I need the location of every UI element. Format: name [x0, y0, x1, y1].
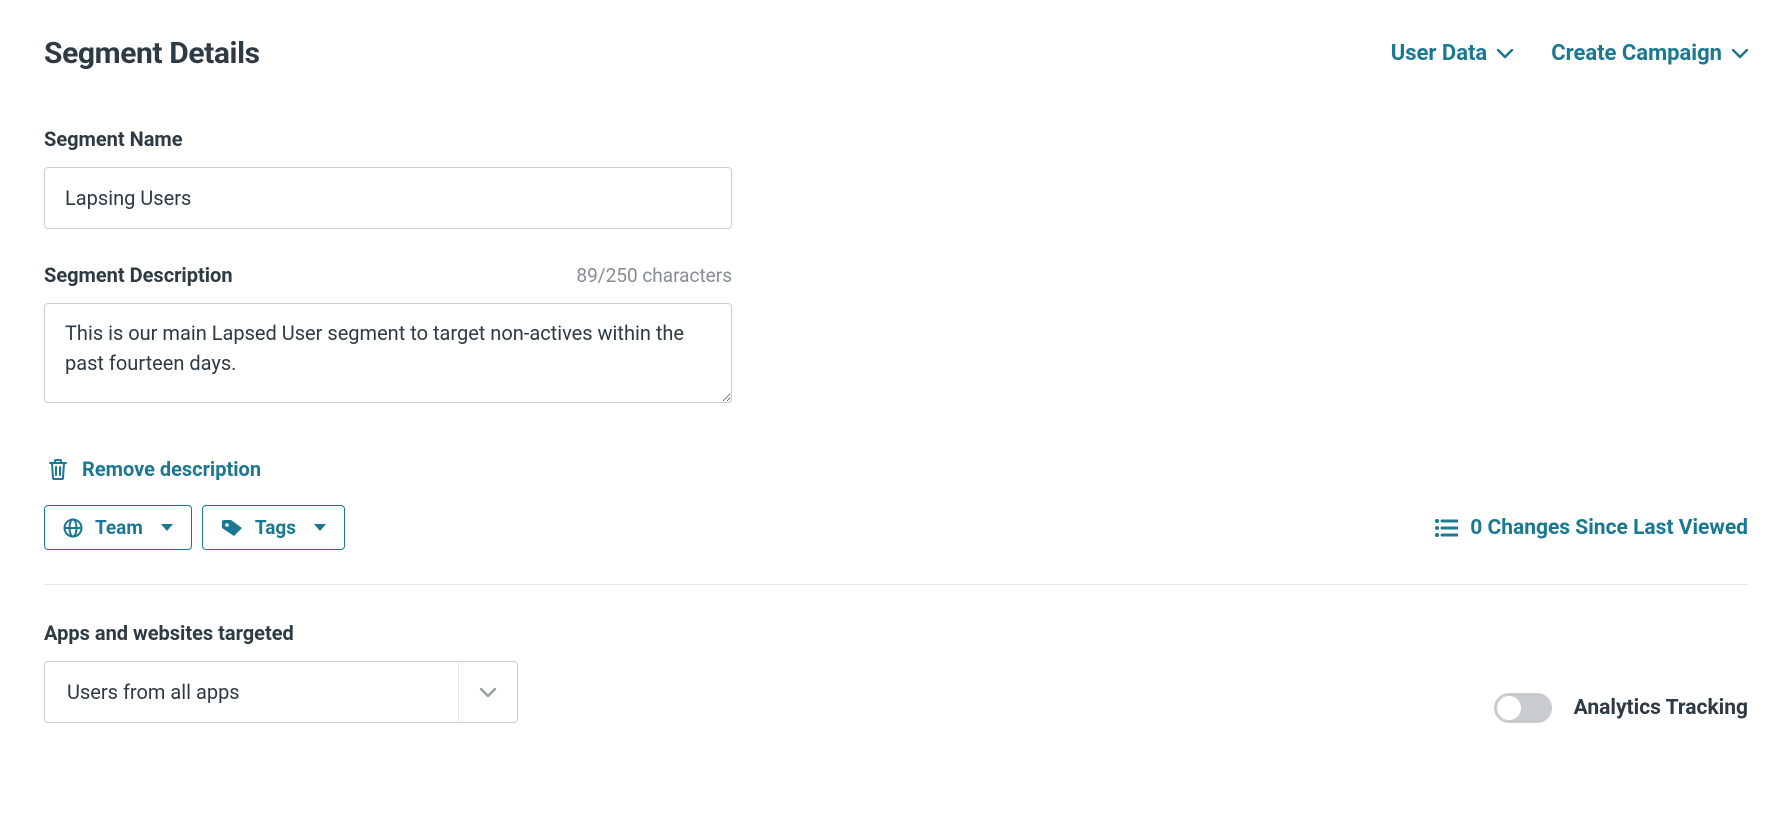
tags-dropdown-button[interactable]: Tags [202, 505, 345, 550]
caret-down-icon [161, 524, 173, 531]
caret-down-icon [314, 524, 326, 531]
user-data-label: User Data [1391, 41, 1488, 66]
tags-button-label: Tags [255, 516, 296, 539]
analytics-tracking-label: Analytics Tracking [1574, 696, 1748, 720]
segment-description-label: Segment Description [44, 263, 233, 287]
chevron-down-icon [479, 687, 497, 698]
analytics-tracking-toggle[interactable] [1494, 693, 1552, 723]
create-campaign-label: Create Campaign [1551, 41, 1722, 66]
segment-name-input[interactable] [44, 167, 732, 229]
apps-targeted-selected: Users from all apps [45, 662, 459, 722]
segment-name-section: Segment Name [44, 127, 1748, 229]
chevron-down-icon [1732, 49, 1748, 59]
segment-description-textarea[interactable] [44, 303, 732, 403]
team-button-label: Team [95, 516, 143, 539]
trash-icon [48, 458, 68, 480]
segment-name-label: Segment Name [44, 127, 1748, 151]
team-dropdown-button[interactable]: Team [44, 505, 192, 550]
globe-icon [63, 518, 83, 538]
changes-since-viewed-button[interactable]: 0 Changes Since Last Viewed [1434, 516, 1748, 540]
user-data-dropdown[interactable]: User Data [1391, 41, 1514, 66]
changes-label: 0 Changes Since Last Viewed [1470, 516, 1748, 540]
segment-description-section: Segment Description 89/250 characters [44, 263, 1748, 407]
chevron-down-icon [1497, 49, 1513, 59]
list-icon [1434, 518, 1458, 538]
create-campaign-dropdown[interactable]: Create Campaign [1551, 41, 1748, 66]
page-title: Segment Details [44, 36, 260, 71]
apps-targeted-select[interactable]: Users from all apps [44, 661, 518, 723]
character-counter: 89/250 characters [576, 264, 732, 287]
header-actions: User Data Create Campaign [1391, 41, 1748, 66]
remove-description-label: Remove description [82, 457, 261, 481]
toggle-knob [1497, 696, 1521, 720]
tag-icon [221, 518, 243, 538]
apps-targeted-label: Apps and websites targeted [44, 621, 518, 645]
remove-description-button[interactable]: Remove description [48, 457, 1748, 481]
divider [44, 584, 1748, 585]
